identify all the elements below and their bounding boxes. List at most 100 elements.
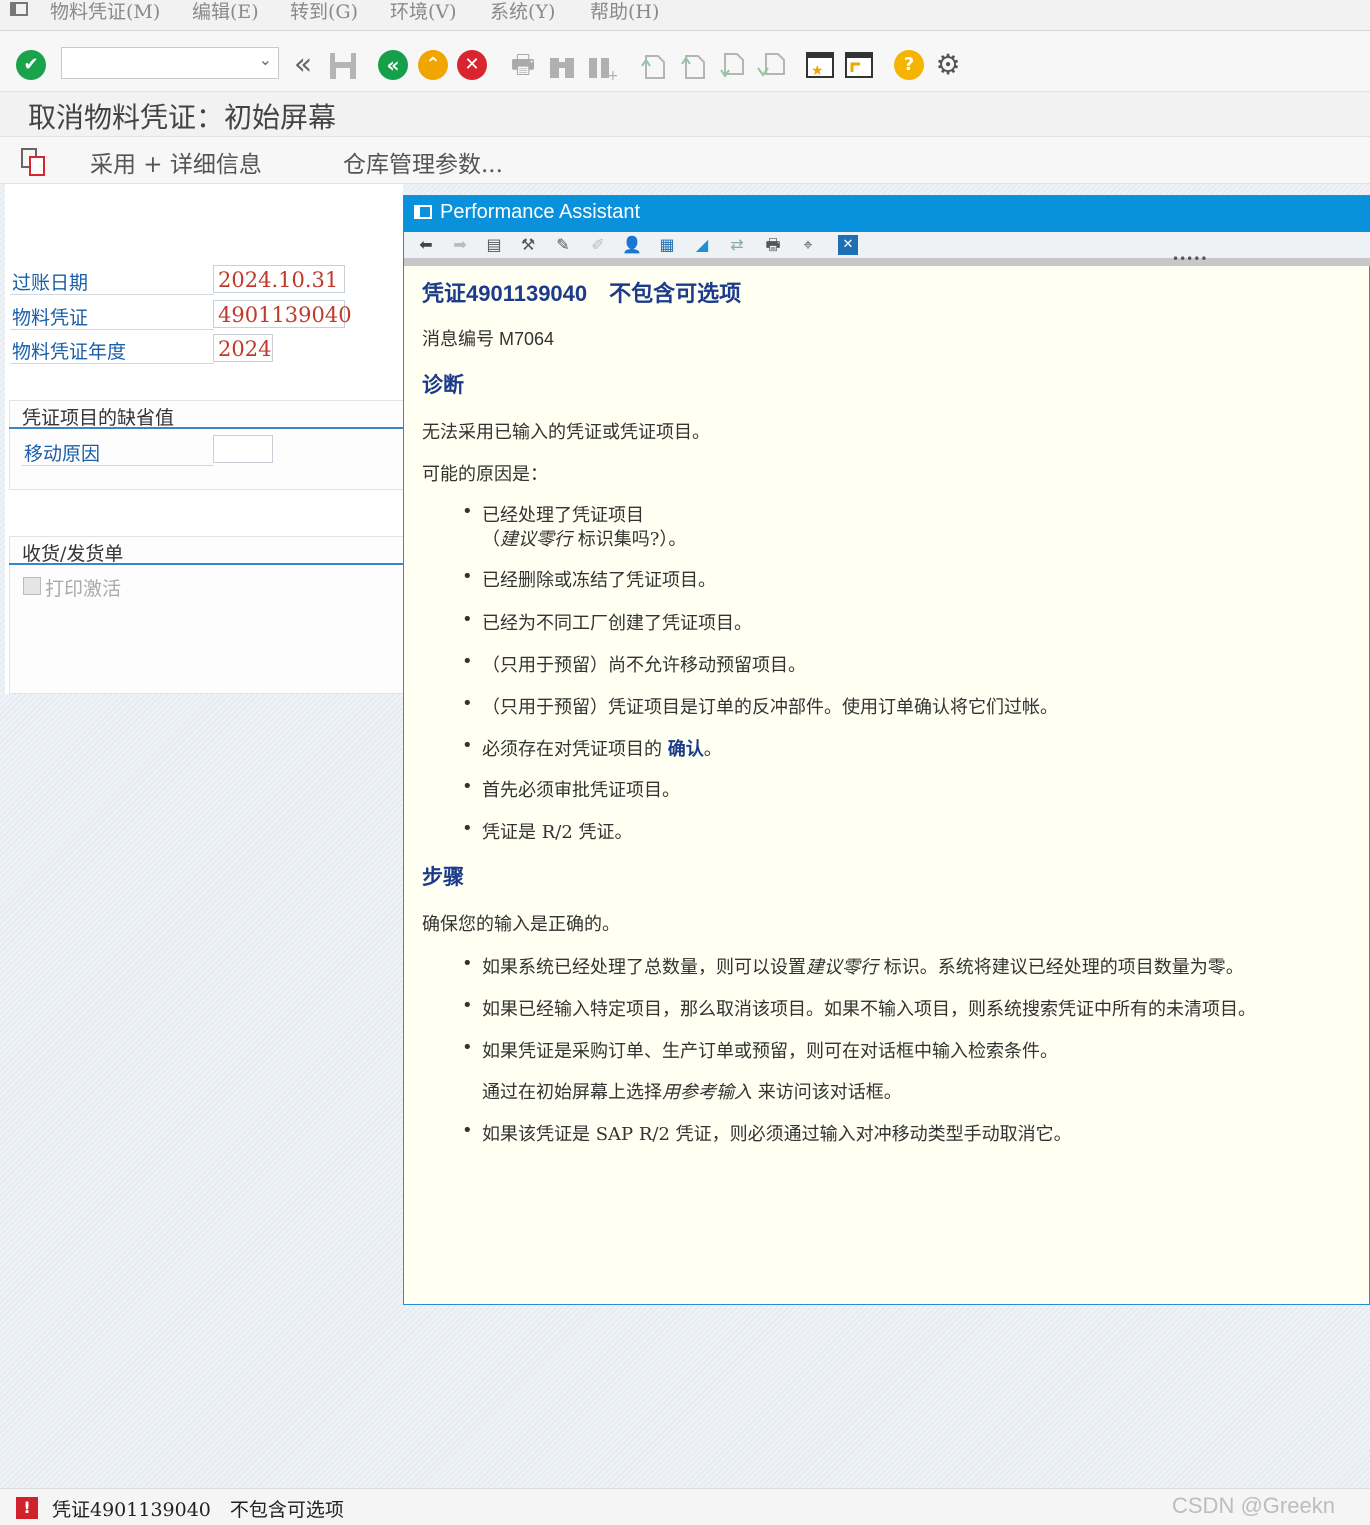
create-session-icon[interactable]: ★ xyxy=(805,50,835,80)
menu-goto[interactable]: 转到(G) xyxy=(290,0,358,24)
movement-reason-underline xyxy=(22,465,214,466)
warehouse-params-button[interactable]: 仓库管理参数... xyxy=(343,145,503,179)
bullet-icon: • xyxy=(462,1120,473,1141)
step1-post: 标识。系统将建议已经处理的项目数量为零。 xyxy=(878,957,1244,978)
movement-reason-input[interactable] xyxy=(213,435,273,463)
pa-window-icon xyxy=(414,205,434,225)
bullet-icon: • xyxy=(462,776,473,797)
menu-doc-icon[interactable] xyxy=(10,2,30,18)
pa-find-icon[interactable]: ⌖ xyxy=(796,234,820,256)
settings-gear-icon[interactable]: ⚙ xyxy=(933,50,963,80)
performance-assistant-window: Performance Assistant ⬅ ➡ ▤ ⚒ ✎ ✐ 👤 ▦ ◢ … xyxy=(403,195,1370,1305)
pa-technical-info-icon[interactable]: ⚒ xyxy=(516,234,540,256)
pa-doc-icon[interactable]: ▤ xyxy=(482,234,506,256)
bullet-icon: • xyxy=(462,1037,473,1058)
posting-date-input[interactable]: 2024.10.31 xyxy=(213,265,345,293)
print-active-checkbox[interactable] xyxy=(23,577,41,595)
pa-title: Performance Assistant xyxy=(440,201,641,223)
pa-annotate-icon[interactable]: ✐ xyxy=(586,234,610,256)
print-active-label: 打印激活 xyxy=(45,578,122,600)
double-chevron-left-icon[interactable]: « xyxy=(288,50,318,80)
command-field[interactable]: ⌄ xyxy=(61,47,279,79)
create-shortcut-icon[interactable] xyxy=(844,50,874,80)
pa-steps-title: 步骤 xyxy=(422,864,464,889)
pa-possible-reasons: 可能的原因是： xyxy=(422,464,548,485)
status-message[interactable]: 凭证4901139040 不包含可选项 xyxy=(52,1495,344,1522)
pa-export-icon[interactable]: ⇄ xyxy=(725,234,749,256)
reason-item-confirm: 必须存在对凭证项目的 确认。 xyxy=(482,735,722,761)
reason-item: 凭证是 R/2 凭证。 xyxy=(482,822,633,843)
first-page-icon[interactable] xyxy=(638,50,668,80)
material-doc-label: 物料凭证 xyxy=(12,307,89,329)
step-item: 如果凭证是采购订单、生产订单或预留，则可在对话框中输入检索条件。 xyxy=(482,1041,1058,1062)
chevron-down-icon[interactable]: ⌄ xyxy=(259,50,272,69)
bullet-icon: • xyxy=(462,566,473,587)
reason-item: （只用于预留）尚不允许移动预留项目。 xyxy=(482,655,806,676)
exit-icon[interactable]: ⌃ xyxy=(418,50,448,80)
find-icon[interactable] xyxy=(547,50,577,80)
step1-term: 建议零行 xyxy=(806,957,878,978)
bullet-icon: • xyxy=(462,953,473,974)
pa-edit-icon[interactable]: ✎ xyxy=(551,234,575,256)
step3-sub-term: 用参考输入 xyxy=(662,1082,752,1103)
menu-material-doc[interactable]: 物料凭证(M) xyxy=(50,0,160,24)
status-bar: ! 凭证4901139040 不包含可选项 CSDN @Greekn xyxy=(0,1488,1370,1525)
pa-calendar-icon[interactable]: ▦ xyxy=(655,234,679,256)
menu-edit[interactable]: 编辑(E) xyxy=(192,0,259,24)
title-bar: 取消物料凭证：初始屏幕 xyxy=(0,92,1370,137)
reason-item: 已经处理了凭证项目 xyxy=(482,505,644,526)
reason-note-post: 标识集吗?）。 xyxy=(572,529,687,550)
material-doc-input[interactable]: 4901139040 xyxy=(213,300,352,328)
bullet-icon: • xyxy=(462,995,473,1016)
defaults-group-title: 凭证项目的缺省值 xyxy=(22,407,175,429)
step-item-sub: 通过在初始屏幕上选择用参考输入 来访问该对话框。 xyxy=(482,1078,902,1104)
pa-forward-icon[interactable]: ➡ xyxy=(448,234,472,256)
step-item: 如果已经输入特定项目，那么取消该项目。如果不输入项目，则系统搜索凭证中所有的未清… xyxy=(482,999,1256,1020)
menu-system[interactable]: 系统(Y) xyxy=(490,0,555,24)
bullet-icon: • xyxy=(462,651,473,672)
reason-confirm-post: 。 xyxy=(703,739,722,760)
confirmation-link[interactable]: 确认 xyxy=(668,739,704,760)
next-page-icon[interactable] xyxy=(717,50,747,80)
print-icon[interactable]: 🖶 xyxy=(508,50,538,80)
pa-back-icon[interactable]: ⬅ xyxy=(414,234,438,256)
save-icon[interactable] xyxy=(328,50,358,80)
reason-item: 已经为不同工厂创建了凭证项目。 xyxy=(482,613,752,634)
step1-pre: 如果系统已经处理了总数量，则可以设置 xyxy=(482,957,806,978)
movement-reason-label: 移动原因 xyxy=(24,443,101,465)
menu-help[interactable]: 帮助(H) xyxy=(590,0,659,24)
pa-flag-icon[interactable]: ◢ xyxy=(690,234,714,256)
find-next-icon[interactable]: + xyxy=(587,50,619,84)
previous-page-icon[interactable] xyxy=(678,50,708,80)
reason-item: 首先必须审批凭证项目。 xyxy=(482,780,680,801)
posting-date-label: 过账日期 xyxy=(12,272,89,294)
splitter-handle-icon[interactable]: ••••• xyxy=(1172,252,1207,266)
pa-close-icon[interactable]: ✕ xyxy=(838,235,858,255)
reason-item: （只用于预留）凭证项目是订单的反冲部件。使用订单确认将它们过帐。 xyxy=(482,697,1058,718)
copy-icon[interactable] xyxy=(20,147,50,181)
pa-diagnosis-title: 诊断 xyxy=(422,372,464,397)
last-page-icon[interactable] xyxy=(756,50,786,80)
material-doc-year-underline xyxy=(10,363,214,364)
back-icon[interactable]: « xyxy=(378,50,408,80)
pa-user-icon[interactable]: 👤 xyxy=(620,234,644,256)
pa-print-icon[interactable]: 🖶 xyxy=(761,234,785,256)
step-item: 如果该凭证是 SAP R/2 凭证，则必须通过输入对冲移动类型手动取消它。 xyxy=(482,1124,1072,1145)
bullet-icon: • xyxy=(462,693,473,714)
enter-check-icon[interactable]: ✔ xyxy=(16,50,46,80)
adopt-details-button[interactable]: 采用 + 详细信息 xyxy=(90,145,262,179)
standard-toolbar: ✔ ⌄ « « ⌃ ✕ 🖶 + ★ ? ⚙ xyxy=(0,31,1370,92)
help-icon[interactable]: ? xyxy=(894,50,924,80)
reason-confirm-pre: 必须存在对凭证项目的 xyxy=(482,739,668,760)
cancel-icon[interactable]: ✕ xyxy=(457,50,487,80)
material-doc-year-input[interactable]: 2024 xyxy=(213,334,273,362)
error-icon: ! xyxy=(16,1497,38,1519)
pa-title-bar[interactable]: Performance Assistant xyxy=(404,196,1370,232)
bullet-icon: • xyxy=(462,501,473,522)
bullet-icon: • xyxy=(462,609,473,630)
menu-environment[interactable]: 环境(V) xyxy=(390,0,457,24)
defaults-group-line xyxy=(9,427,403,429)
pa-splitter[interactable]: ••••• xyxy=(404,252,1370,266)
pa-diagnosis-text: 无法采用已输入的凭证或凭证项目。 xyxy=(422,422,710,443)
bullet-icon: • xyxy=(462,735,473,756)
